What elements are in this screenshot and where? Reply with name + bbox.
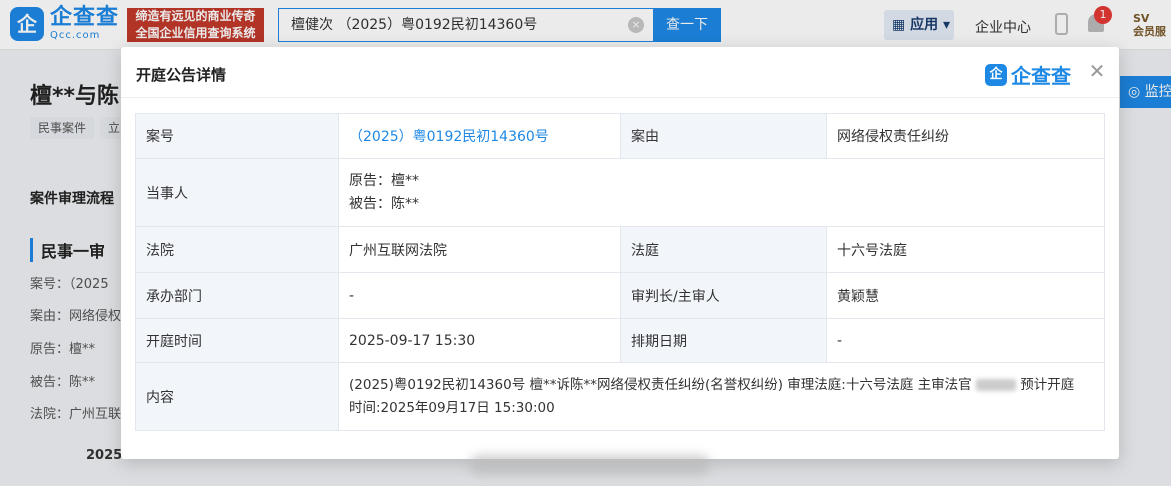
value-cause: 网络侵权责任纠纷 [826,113,1105,159]
redacted-name [975,378,1016,391]
logo-icon: 企 [985,63,1007,86]
value-hearing-time: 2025-09-17 15:30 [338,318,621,363]
table-row: 开庭时间 2025-09-17 15:30 排期日期 - [135,318,1105,363]
value-courtroom: 十六号法庭 [826,226,1105,273]
label-content: 内容 [135,362,339,431]
modal-title: 开庭公告详情 [136,66,227,84]
label-hearing-time: 开庭时间 [135,318,339,363]
value-court: 广州互联网法院 [338,226,621,273]
table-row: 当事人 原告：檀** 被告：陈** [135,158,1105,227]
table-row: 内容 (2025)粤0192民初14360号 檀**诉陈**网络侵权责任纠纷(名… [135,362,1105,431]
modal-divider [121,97,1119,98]
modal-logo: 企 企查查 [985,60,1071,89]
label-court: 法院 [135,226,339,273]
label-parties: 当事人 [135,158,339,227]
content-time: 时间:2025年09月17日 15:30:00 [349,399,555,416]
content-text-cont: 预计开庭 [1020,376,1075,393]
defendant-text: 被告：陈** [349,195,419,212]
plaintiff-text: 原告：檀** [349,172,419,189]
table-row: 案号 （2025）粤0192民初14360号 案由 网络侵权责任纠纷 [135,113,1105,159]
label-judge: 审判长/主审人 [620,272,827,319]
hearing-detail-table: 案号 （2025）粤0192民初14360号 案由 网络侵权责任纠纷 当事人 原… [135,113,1105,431]
value-content: (2025)粤0192民初14360号 檀**诉陈**网络侵权责任纠纷(名誉权纠… [338,362,1105,431]
table-row: 法院 广州互联网法院 法庭 十六号法庭 [135,226,1105,273]
label-courtroom: 法庭 [620,226,827,273]
table-row: 承办部门 - 审判长/主审人 黄颖慧 [135,272,1105,319]
value-department: - [338,272,621,319]
case-number-link[interactable]: （2025）粤0192民初14360号 [349,129,549,145]
modal-logo-text: 企查查 [1011,64,1071,88]
value-parties: 原告：檀** 被告：陈** [338,158,1105,227]
hearing-notice-modal: 开庭公告详情 企 企查查 ✕ 案号 （2025）粤0192民初14360号 案由… [121,47,1119,459]
label-department: 承办部门 [135,272,339,319]
close-icon[interactable]: ✕ [1086,60,1108,82]
content-text: (2025)粤0192民初14360号 檀**诉陈**网络侵权责任纠纷(名誉权纠… [349,376,972,393]
label-cause: 案由 [620,113,827,159]
value-case-number: （2025）粤0192民初14360号 [338,113,621,159]
value-judge: 黄颖慧 [826,272,1105,319]
watermark [470,455,710,475]
label-case-number: 案号 [135,113,339,159]
value-schedule-date: - [826,318,1105,363]
label-schedule-date: 排期日期 [620,318,827,363]
